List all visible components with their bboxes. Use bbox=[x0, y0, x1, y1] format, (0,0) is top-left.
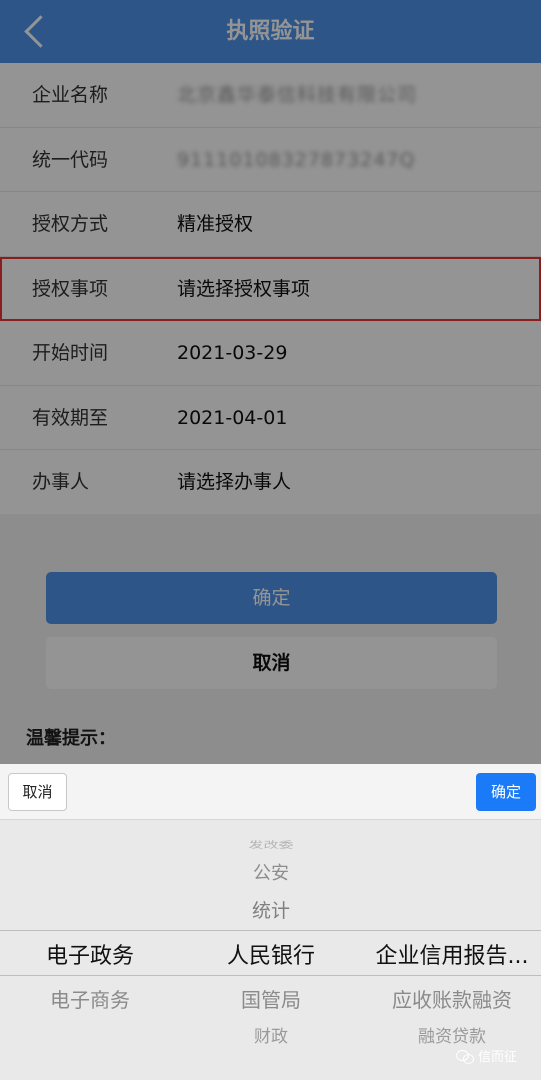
picker-col3-option[interactable]: 应收账款融资 bbox=[362, 984, 541, 1013]
picker-cancel-button[interactable]: 取消 bbox=[8, 773, 67, 811]
picker-col1-option[interactable]: 电子商务 bbox=[30, 984, 150, 1013]
picker-col2-option[interactable]: 发改委 bbox=[211, 838, 331, 851]
watermark-text: 信而征 bbox=[478, 1050, 518, 1065]
picker-col3-option[interactable]: 企业信用报告... bbox=[362, 938, 541, 970]
picker-col2-option[interactable]: 人民银行 bbox=[211, 938, 331, 970]
watermark: 信而征 bbox=[456, 1046, 517, 1065]
picker-confirm-button[interactable]: 确定 bbox=[476, 773, 536, 811]
modal-overlay[interactable] bbox=[0, 0, 541, 765]
picker-col1-option[interactable]: 电子政务 bbox=[30, 938, 150, 970]
picker-col2-option[interactable]: 统计 bbox=[211, 896, 331, 923]
picker-col2-option[interactable]: 公安 bbox=[211, 859, 331, 885]
picker-col3-option[interactable]: 融资贷款 bbox=[362, 1022, 541, 1047]
picker-col2-option[interactable]: 国管局 bbox=[211, 984, 331, 1013]
picker-toolbar: 取消 确定 bbox=[0, 764, 541, 820]
wechat-icon bbox=[456, 1050, 474, 1064]
picker-col2-option[interactable]: 财政 bbox=[211, 1022, 331, 1047]
